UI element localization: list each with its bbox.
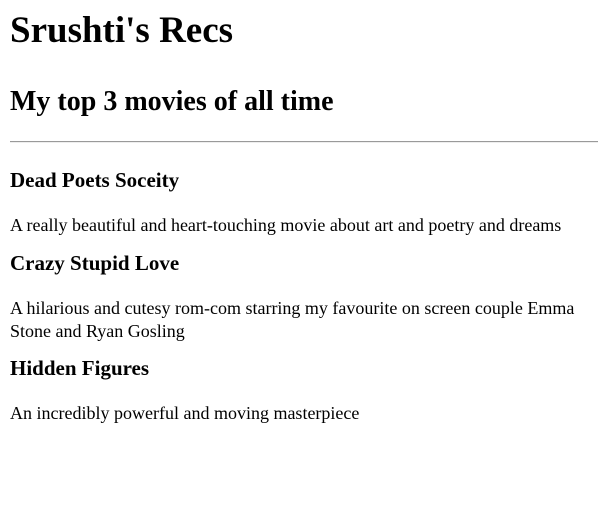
movie-description: An incredibly powerful and moving master… [10,403,360,423]
movie-description: A really beautiful and heart-touching mo… [10,215,562,235]
movie-description: A hilarious and cutesy rom-com starring … [10,298,575,341]
movie-item-dead-poets-society: Dead Poets Soceity A really beautiful an… [10,168,598,237]
movie-item-crazy-stupid-love: Crazy Stupid Love A hilarious and cutesy… [10,251,598,343]
site-title: Srushti's Recs [10,10,234,51]
movie-title: Hidden Figures [10,356,150,380]
movie-title: Dead Poets Soceity [10,168,180,192]
movie-title: Crazy Stupid Love [10,251,180,275]
divider [10,141,598,143]
page-content: Srushti's Recs My top 3 movies of all ti… [0,0,598,425]
movie-item-hidden-figures: Hidden Figures An incredibly powerful an… [10,356,598,425]
page-subtitle: My top 3 movies of all time [10,86,334,117]
